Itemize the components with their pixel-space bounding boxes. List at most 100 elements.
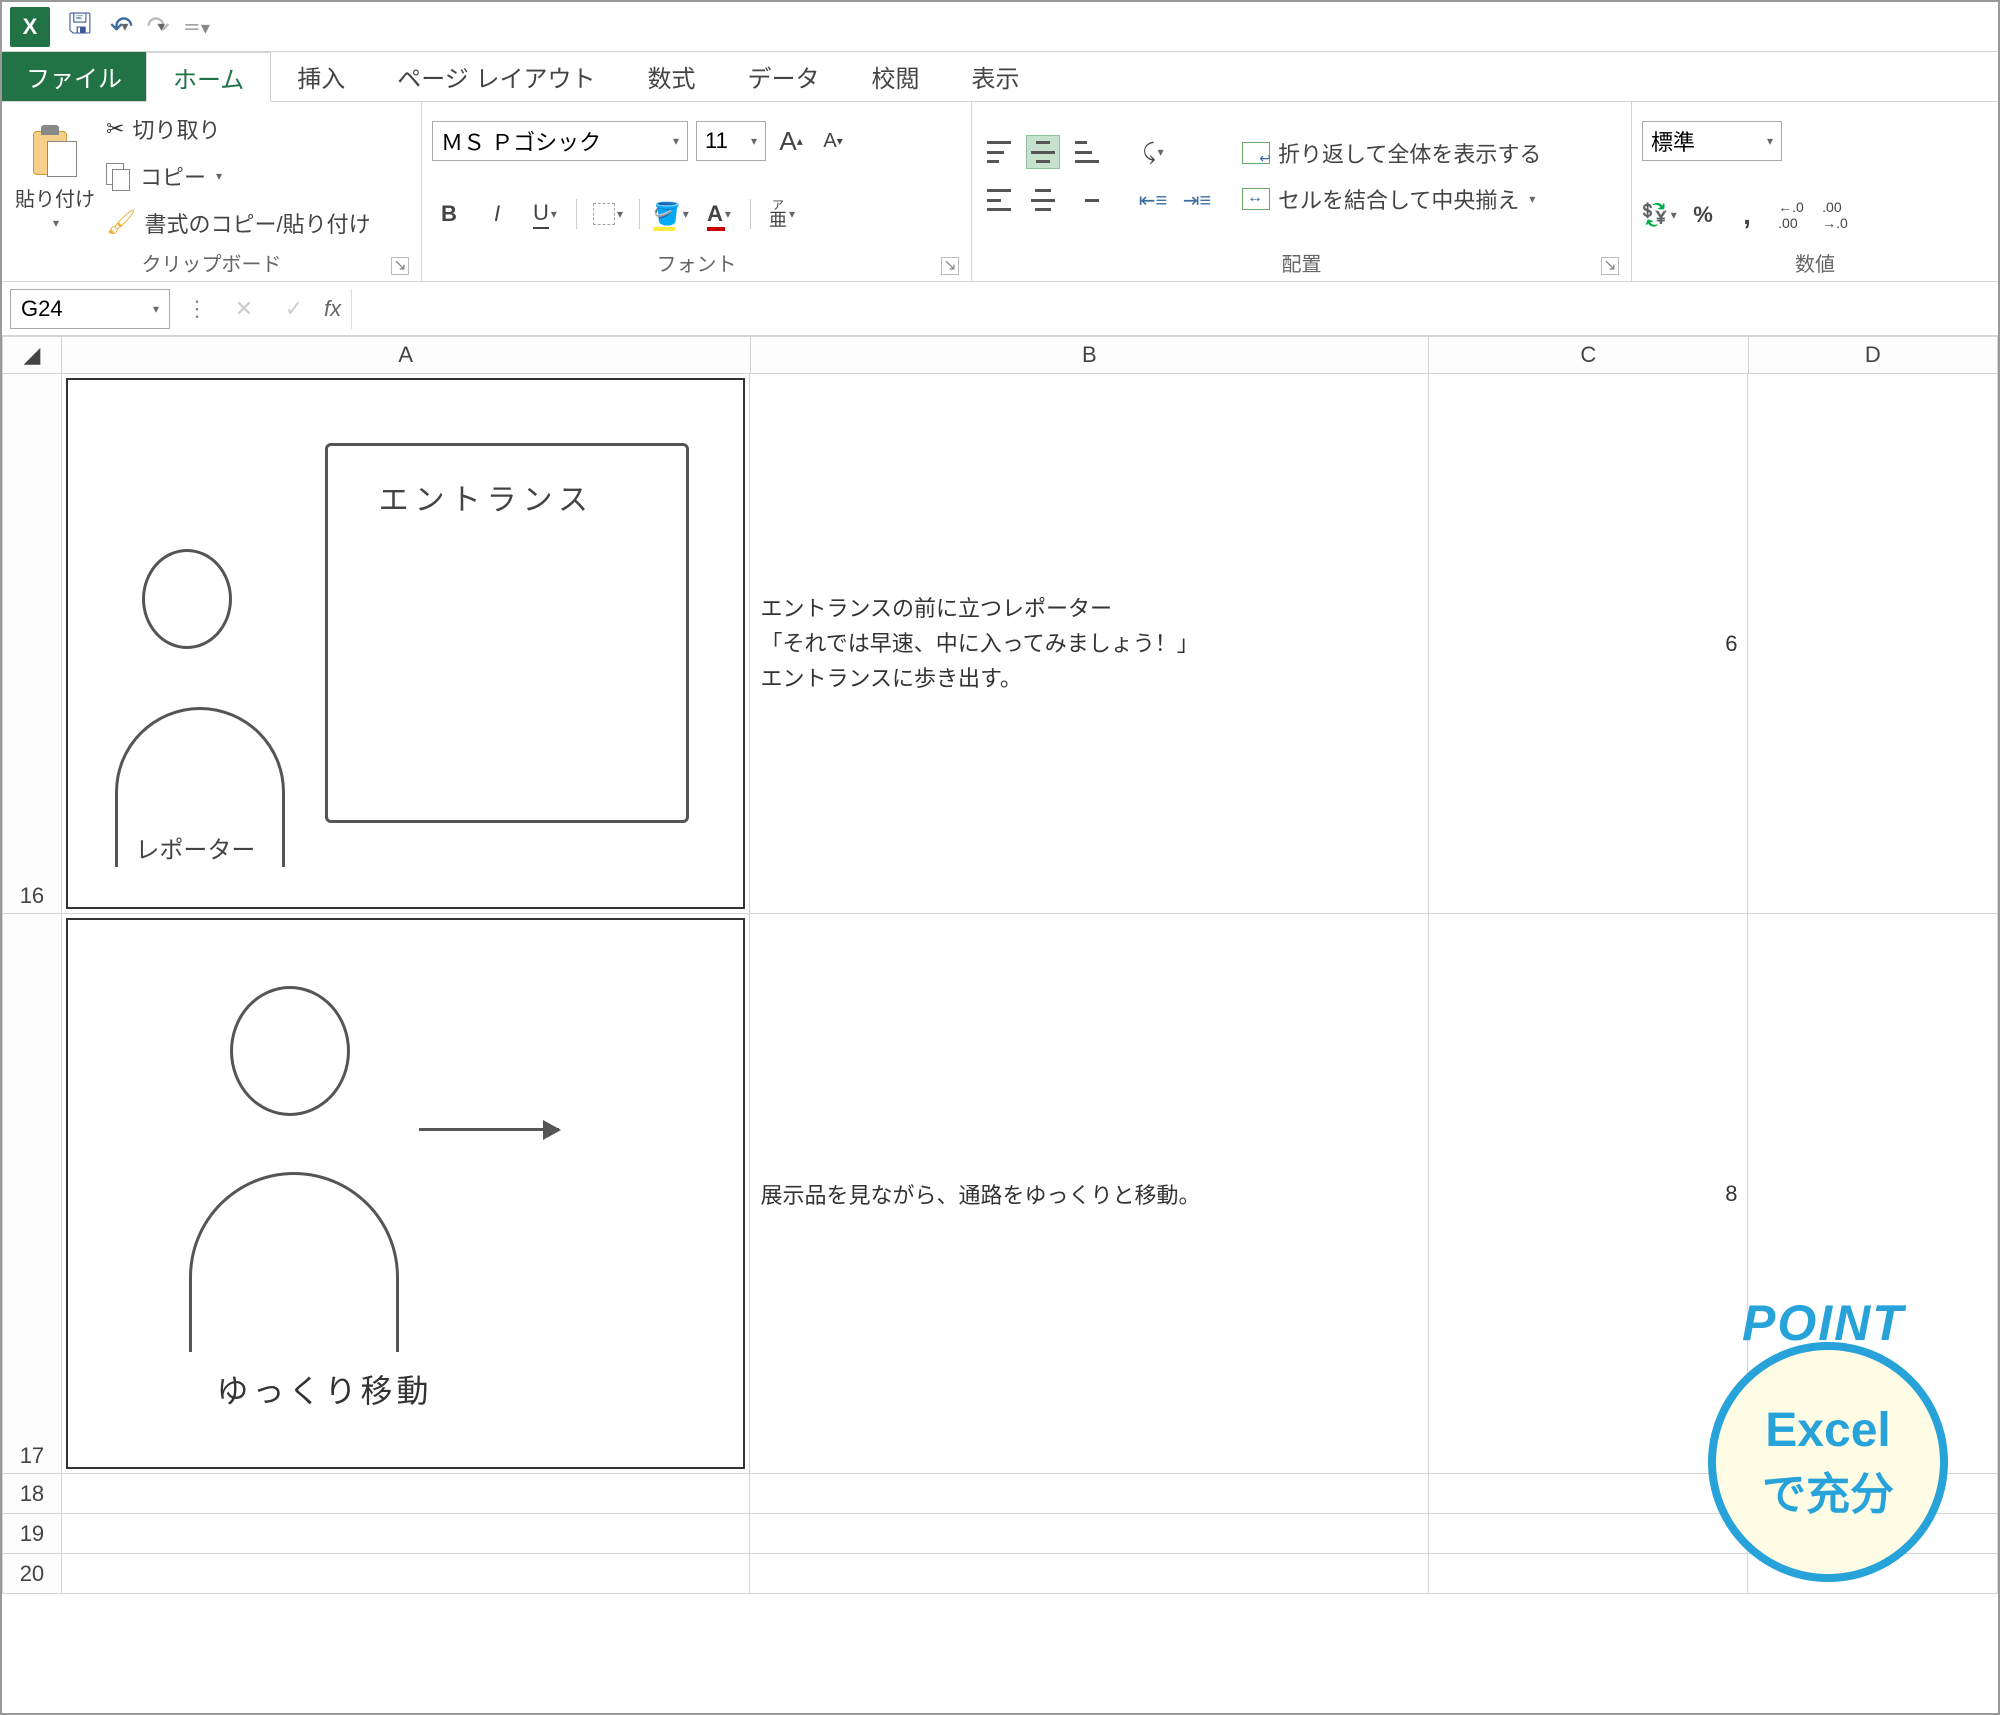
cell-a18[interactable]	[62, 1474, 751, 1514]
wrap-text-icon	[1242, 142, 1270, 164]
bold-button[interactable]: B	[432, 197, 466, 231]
align-left-button[interactable]	[982, 183, 1016, 217]
dialog-launcher-icon[interactable]: ↘	[391, 257, 409, 275]
undo-button[interactable]: ↶▾	[110, 10, 129, 43]
cut-button[interactable]: ✂ 切り取り	[106, 113, 371, 145]
sketch-title: エントランス	[379, 475, 594, 519]
redo-button[interactable]: ↷▾	[146, 10, 165, 43]
tab-home[interactable]: ホーム	[146, 52, 271, 102]
decrease-font-button[interactable]: A▾	[816, 124, 850, 158]
wrap-text-label: 折り返して全体を表示する	[1278, 137, 1541, 169]
cell-d19[interactable]	[1748, 1514, 1998, 1554]
number-format-select[interactable]: 標準 ▾	[1642, 121, 1782, 161]
align-top-button[interactable]	[982, 135, 1016, 169]
tab-view[interactable]: 表示	[945, 52, 1045, 101]
sketch-label: レポーター	[135, 830, 255, 865]
group-label-alignment: 配置 ↘	[982, 244, 1621, 279]
column-header-d[interactable]: D	[1749, 336, 1999, 374]
cancel-button[interactable]: ✕	[224, 296, 264, 322]
save-icon: 🖫	[68, 3, 92, 51]
font-name-select[interactable]: ＭＳ Ｐゴシック ▾	[432, 121, 688, 161]
row-header[interactable]: 19	[2, 1514, 62, 1554]
cell-b19[interactable]	[750, 1514, 1429, 1554]
customize-qat-button[interactable]: ＝▾	[183, 14, 210, 40]
tab-page-layout[interactable]: ページ レイアウト	[371, 52, 621, 101]
group-label-font: フォント ↘	[432, 244, 961, 279]
cell-a17[interactable]: ゆっくり移動	[62, 914, 751, 1474]
cell-d17[interactable]	[1748, 914, 1998, 1474]
cell-a20[interactable]	[62, 1554, 751, 1594]
italic-button[interactable]: I	[480, 197, 514, 231]
tab-formulas[interactable]: 数式	[621, 52, 721, 101]
tab-review[interactable]: 校閲	[845, 52, 945, 101]
copy-button[interactable]: コピー ▾	[106, 160, 371, 192]
increase-font-button[interactable]: A▴	[774, 124, 808, 158]
row-header[interactable]: 18	[2, 1474, 62, 1514]
phonetic-button[interactable]: ア亜▾	[765, 197, 799, 231]
paste-icon	[27, 123, 83, 179]
row-header[interactable]: 17	[2, 914, 62, 1474]
tab-data[interactable]: データ	[721, 52, 845, 101]
cell-c19[interactable]	[1429, 1514, 1748, 1554]
cell-a16[interactable]: エントランス レポーター	[62, 374, 751, 914]
wrap-text-button[interactable]: 折り返して全体を表示する	[1242, 137, 1541, 169]
dialog-launcher-icon[interactable]: ↘	[941, 257, 959, 275]
accounting-format-button[interactable]: 💱▾	[1642, 198, 1676, 232]
scissors-icon: ✂	[106, 116, 124, 142]
cell-c17[interactable]: 8	[1429, 914, 1748, 1474]
fx-button[interactable]: fx	[324, 296, 341, 322]
excel-logo-icon	[10, 7, 50, 47]
merge-label: セルを結合して中央揃え	[1278, 183, 1519, 215]
font-size-select[interactable]: 11 ▾	[696, 121, 766, 161]
merge-center-button[interactable]: セルを結合して中央揃え ▾	[1242, 183, 1541, 215]
increase-decimal-button[interactable]: ←.0.00	[1774, 198, 1808, 232]
select-all-button[interactable]: ◢	[2, 336, 62, 374]
cell-b16[interactable]: エントランスの前に立つレポーター 「それでは早速、中に入ってみましょう！」 エン…	[750, 374, 1429, 914]
cell-c16[interactable]: 6	[1429, 374, 1748, 914]
column-header-b[interactable]: B	[751, 336, 1430, 374]
cell-d16[interactable]	[1748, 374, 1998, 914]
font-name-value: ＭＳ Ｐゴシック	[441, 125, 671, 157]
cell-b18[interactable]	[750, 1474, 1429, 1514]
borders-button[interactable]: ▾	[591, 197, 625, 231]
align-bottom-button[interactable]	[1070, 135, 1104, 169]
chevron-down-icon: ▾	[751, 134, 757, 148]
cell-b17[interactable]: 展示品を見ながら、通路をゆっくりと移動。	[750, 914, 1429, 1474]
underline-button[interactable]: U▾	[528, 197, 562, 231]
cell-d18[interactable]	[1748, 1474, 1998, 1514]
format-painter-button[interactable]: 🖌 書式のコピー/貼り付け	[106, 207, 371, 239]
cell-b20[interactable]	[750, 1554, 1429, 1594]
cell-c18[interactable]	[1429, 1474, 1748, 1514]
row-header[interactable]: 20	[2, 1554, 62, 1594]
formula-input[interactable]	[351, 289, 1990, 329]
row-header[interactable]: 16	[2, 374, 62, 914]
orientation-button[interactable]: ⤹▾	[1136, 135, 1170, 169]
enter-button[interactable]: ✓	[274, 296, 314, 322]
fill-color-button[interactable]: 🪣▾	[654, 197, 688, 231]
paste-button[interactable]: 貼り付け ▾	[12, 108, 98, 244]
increase-indent-button[interactable]: ⇥≡	[1180, 183, 1214, 217]
cell-a19[interactable]	[62, 1514, 751, 1554]
comma-button[interactable]: ,	[1730, 198, 1764, 232]
quick-access-toolbar: 🖫 ↶▾ ↷▾ ＝▾	[2, 2, 1998, 52]
tab-insert[interactable]: 挿入	[271, 52, 371, 101]
save-button[interactable]: 🖫	[68, 3, 92, 51]
column-header-a[interactable]: A	[62, 336, 751, 374]
column-header-c[interactable]: C	[1429, 336, 1748, 374]
chevron-down-icon: ▾	[1529, 192, 1535, 206]
align-middle-button[interactable]	[1026, 135, 1060, 169]
cell-c20[interactable]	[1429, 1554, 1748, 1594]
name-box-expand[interactable]: ⋮	[180, 296, 214, 322]
dialog-launcher-icon[interactable]: ↘	[1601, 257, 1619, 275]
align-center-button[interactable]	[1026, 183, 1060, 217]
align-right-button[interactable]	[1070, 183, 1104, 217]
cell-d20[interactable]	[1748, 1554, 1998, 1594]
formula-bar: G24 ▾ ⋮ ✕ ✓ fx	[2, 282, 1998, 336]
name-box[interactable]: G24 ▾	[10, 289, 170, 329]
decrease-decimal-button[interactable]: .00→.0	[1818, 198, 1852, 232]
tab-file[interactable]: ファイル	[2, 52, 146, 101]
percent-button[interactable]: %	[1686, 198, 1720, 232]
number-format-value: 標準	[1651, 125, 1695, 157]
font-color-button[interactable]: A▾	[702, 197, 736, 231]
decrease-indent-button[interactable]: ⇤≡	[1136, 183, 1170, 217]
